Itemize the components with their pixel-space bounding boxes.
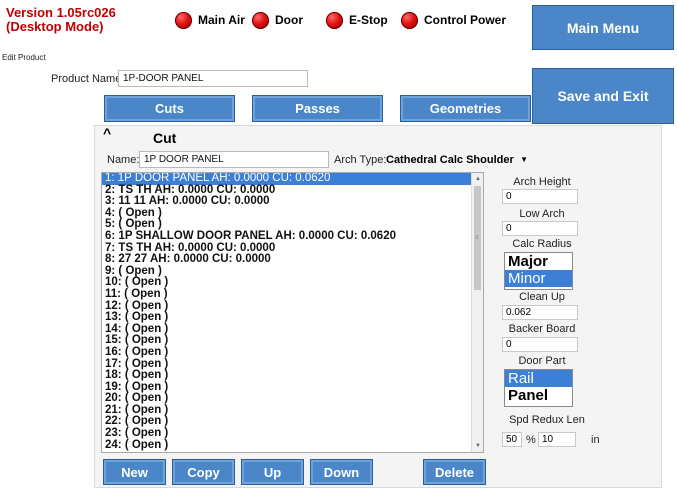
- door-indicator: Door: [252, 8, 303, 32]
- list-item[interactable]: 6: 1P SHALLOW DOOR PANEL AH: 0.0000 CU: …: [102, 230, 483, 243]
- indicator-label: Control Power: [424, 13, 507, 27]
- clean-up-input[interactable]: 0.062: [502, 305, 578, 320]
- tab-geometries[interactable]: Geometries: [400, 95, 531, 122]
- cut-title: Cut: [153, 130, 177, 146]
- version-text: Version 1.05rc026: [6, 5, 116, 20]
- list-item[interactable]: 1: 1P DOOR PANEL AH: 0.0000 CU: 0.0620: [102, 173, 483, 185]
- backer-board-label: Backer Board: [508, 323, 576, 335]
- indicator-label: Main Air: [198, 13, 245, 27]
- calc-radius-label: Calc Radius: [512, 238, 572, 250]
- estop-indicator: E-Stop: [326, 8, 388, 32]
- spd-redux-len-input[interactable]: 10: [538, 432, 576, 447]
- clean-up-label: Clean Up: [519, 291, 565, 303]
- control-power-indicator: Control Power: [401, 8, 506, 32]
- calc-radius-list[interactable]: Major Minor: [504, 252, 573, 290]
- arch-type-label: Arch Type:: [334, 154, 387, 166]
- tab-cuts[interactable]: Cuts: [104, 95, 235, 122]
- edit-product-section-label: Edit Product: [2, 53, 46, 62]
- main-menu-button[interactable]: Main Menu: [532, 5, 674, 50]
- calc-radius-option-major[interactable]: Major: [505, 253, 572, 270]
- cut-list[interactable]: 1: 1P DOOR PANEL AH: 0.0000 CU: 0.0620 2:…: [101, 172, 484, 453]
- spd-redux-pct-sign: %: [526, 434, 536, 446]
- cut-name-input[interactable]: 1P DOOR PANEL: [139, 151, 329, 168]
- mode-text: (Desktop Mode): [6, 19, 104, 34]
- arch-type-value: Cathedral Calc Shoulder: [386, 153, 514, 166]
- list-item[interactable]: 16: ( Open ): [102, 346, 483, 359]
- scroll-up-icon[interactable]: ▲: [472, 173, 483, 185]
- door-part-label: Door Part: [518, 355, 566, 367]
- scroll-grip-icon: ≡: [475, 235, 479, 241]
- tab-passes[interactable]: Passes: [252, 95, 383, 122]
- save-and-exit-button[interactable]: Save and Exit: [532, 68, 674, 124]
- arch-height-input[interactable]: 0: [502, 189, 578, 204]
- list-item[interactable]: 13: ( Open ): [102, 312, 483, 324]
- status-light-icon: [175, 11, 192, 29]
- list-item[interactable]: 24: ( Open ): [102, 439, 483, 452]
- version-label: Version 1.05rc026 (Desktop Mode): [6, 6, 116, 34]
- spd-redux-label: Spd Redux Len: [509, 414, 585, 426]
- calc-radius-option-minor[interactable]: Minor: [505, 270, 572, 287]
- backer-board-input[interactable]: 0: [502, 337, 578, 352]
- copy-button[interactable]: Copy: [172, 459, 235, 485]
- list-item[interactable]: 23: ( Open ): [102, 427, 483, 440]
- status-light-icon: [326, 11, 343, 29]
- dropdown-arrow-icon: ▼: [520, 155, 528, 164]
- collapse-caret-icon[interactable]: ^: [103, 125, 111, 141]
- down-button[interactable]: Down: [310, 459, 373, 485]
- spd-redux-unit: in: [591, 434, 600, 446]
- door-part-option-rail[interactable]: Rail: [505, 370, 572, 387]
- cut-name-label: Name:: [107, 154, 140, 166]
- new-button[interactable]: New: [103, 459, 166, 485]
- list-item[interactable]: 11: ( Open ): [102, 288, 483, 301]
- status-light-icon: [252, 11, 269, 29]
- door-part-option-panel[interactable]: Panel: [505, 387, 572, 404]
- door-part-list[interactable]: Rail Panel: [504, 369, 573, 407]
- spd-redux-pct-input[interactable]: 50: [502, 432, 522, 447]
- main-air-indicator: Main Air: [175, 8, 245, 32]
- arch-height-label: Arch Height: [513, 176, 571, 188]
- list-item[interactable]: 18: ( Open ): [102, 369, 483, 382]
- delete-button[interactable]: Delete: [423, 459, 486, 485]
- scroll-down-icon[interactable]: ▼: [472, 440, 483, 452]
- product-name-input[interactable]: 1P-DOOR PANEL: [118, 70, 308, 87]
- list-item[interactable]: 8: 27 27 AH: 0.0000 CU: 0.0000: [102, 254, 483, 266]
- arch-type-select[interactable]: Cathedral Calc Shoulder ▼: [386, 151, 532, 168]
- indicator-label: Door: [275, 13, 303, 27]
- low-arch-height-input[interactable]: 0: [502, 221, 578, 236]
- indicator-label: E-Stop: [349, 13, 388, 27]
- status-light-icon: [401, 11, 418, 29]
- product-name-label: Product Name:: [51, 73, 125, 85]
- up-button[interactable]: Up: [241, 459, 304, 485]
- list-scrollbar[interactable]: ▲ ≡ ▼: [471, 173, 483, 452]
